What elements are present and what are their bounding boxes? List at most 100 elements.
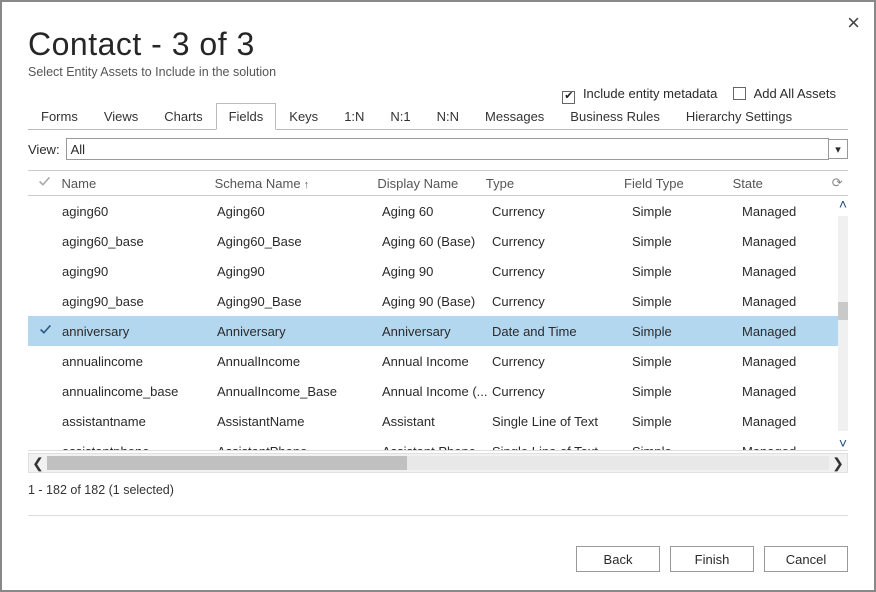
tab-forms[interactable]: Forms	[28, 103, 91, 129]
cell-display: Anniversary	[382, 324, 492, 339]
cell-schema: AnnualIncome_Base	[217, 384, 382, 399]
cell-type: Single Line of Text	[492, 414, 632, 429]
cell-ftype: Simple	[632, 204, 742, 219]
scroll-thumb[interactable]	[838, 302, 848, 320]
tabs: FormsViewsChartsFieldsKeys1:NN:1N:NMessa…	[28, 103, 848, 130]
cell-name: aging60	[62, 204, 217, 219]
cancel-button[interactable]: Cancel	[764, 546, 848, 572]
view-dropdown-button[interactable]: ▾	[828, 139, 848, 159]
close-icon[interactable]: ×	[847, 10, 860, 36]
cell-ftype: Simple	[632, 384, 742, 399]
add-all-assets-label: Add All Assets	[754, 86, 836, 101]
finish-button[interactable]: Finish	[670, 546, 754, 572]
hscroll-track[interactable]	[47, 456, 829, 470]
cell-ftype: Simple	[632, 294, 742, 309]
cell-schema: Aging60_Base	[217, 234, 382, 249]
check-icon	[38, 175, 51, 188]
table-row[interactable]: anniversaryAnniversaryAnniversaryDate an…	[28, 316, 848, 346]
tab-hierarchy-settings[interactable]: Hierarchy Settings	[673, 103, 805, 129]
cell-name: annualincome_base	[62, 384, 217, 399]
header-state[interactable]: State	[733, 176, 827, 191]
cell-display: Aging 90	[382, 264, 492, 279]
header-type[interactable]: Type	[486, 176, 624, 191]
header-display[interactable]: Display Name	[377, 176, 486, 191]
tab-1-n[interactable]: 1:N	[331, 103, 377, 129]
cell-state: Managed	[742, 264, 837, 279]
cell-name: aging90	[62, 264, 217, 279]
cell-state: Managed	[742, 354, 837, 369]
hscroll-thumb[interactable]	[47, 456, 407, 470]
scroll-track[interactable]	[838, 216, 848, 431]
meta-options: Include entity metadata Add All Assets	[562, 86, 848, 104]
table-row[interactable]: assistantnameAssistantNameAssistantSingl…	[28, 406, 848, 436]
header-fieldtype[interactable]: Field Type	[624, 176, 733, 191]
tab-views[interactable]: Views	[91, 103, 151, 129]
tab-n-n[interactable]: N:N	[424, 103, 472, 129]
cell-display: Annual Income (...	[382, 384, 492, 399]
cell-ftype: Simple	[632, 414, 742, 429]
cell-ftype: Simple	[632, 234, 742, 249]
cell-display: Assistant	[382, 414, 492, 429]
table-row[interactable]: aging60Aging60Aging 60CurrencySimpleMana…	[28, 196, 848, 226]
cell-type: Currency	[492, 264, 632, 279]
cell-schema: Aging60	[217, 204, 382, 219]
horizontal-scrollbar[interactable]: ❮ ❯	[28, 453, 848, 473]
cell-state: Managed	[742, 234, 837, 249]
table-row[interactable]: annualincome_baseAnnualIncome_BaseAnnual…	[28, 376, 848, 406]
scroll-left-icon[interactable]: ❮	[29, 455, 47, 472]
cell-type: Currency	[492, 384, 632, 399]
table-row[interactable]: annualincomeAnnualIncomeAnnual IncomeCur…	[28, 346, 848, 376]
scroll-right-icon[interactable]: ❯	[829, 455, 847, 472]
dialog: × Contact - 3 of 3 Select Entity Assets …	[0, 0, 876, 592]
view-value: All	[71, 142, 85, 157]
refresh-icon: ⟳	[832, 175, 843, 190]
tab-keys[interactable]: Keys	[276, 103, 331, 129]
cell-schema: Aging90	[217, 264, 382, 279]
cell-schema: Anniversary	[217, 324, 382, 339]
header-schema[interactable]: Schema Name↑	[215, 176, 378, 191]
row-check[interactable]	[28, 323, 62, 339]
separator	[28, 515, 848, 516]
tab-fields[interactable]: Fields	[216, 103, 277, 130]
view-row: View: All ▾	[28, 138, 848, 160]
grid-body[interactable]: aging60Aging60Aging 60CurrencySimpleMana…	[28, 196, 848, 451]
cell-display: Aging 60	[382, 204, 492, 219]
tab-n-1[interactable]: N:1	[377, 103, 423, 129]
view-select[interactable]: All	[66, 138, 829, 160]
add-all-assets-checkbox[interactable]	[733, 87, 746, 100]
table-row[interactable]: aging90Aging90Aging 90CurrencySimpleMana…	[28, 256, 848, 286]
cell-state: Managed	[742, 384, 837, 399]
cell-schema: AnnualIncome	[217, 354, 382, 369]
include-metadata-checkbox[interactable]	[562, 91, 575, 104]
cell-type: Currency	[492, 204, 632, 219]
back-button[interactable]: Back	[576, 546, 660, 572]
cell-ftype: Simple	[632, 324, 742, 339]
cell-state: Managed	[742, 414, 837, 429]
cell-state: Managed	[742, 294, 837, 309]
vertical-scrollbar[interactable]: ˄ ˅	[834, 196, 852, 451]
cell-name: assistantphone	[62, 444, 217, 452]
cell-ftype: Simple	[632, 264, 742, 279]
grid: Name Schema Name↑ Display Name Type Fiel…	[28, 170, 848, 497]
scroll-down-icon[interactable]: ˅	[839, 435, 847, 451]
header-select-all[interactable]	[28, 175, 62, 191]
cell-display: Aging 60 (Base)	[382, 234, 492, 249]
cell-type: Date and Time	[492, 324, 632, 339]
cell-ftype: Simple	[632, 444, 742, 452]
dialog-buttons: Back Finish Cancel	[576, 546, 848, 572]
status-text: 1 - 182 of 182 (1 selected)	[28, 483, 848, 497]
table-row[interactable]: aging90_baseAging90_BaseAging 90 (Base)C…	[28, 286, 848, 316]
tab-business-rules[interactable]: Business Rules	[557, 103, 673, 129]
refresh-button[interactable]: ⟳	[826, 175, 848, 191]
header-name[interactable]: Name	[62, 176, 215, 191]
table-row[interactable]: assistantphoneAssistantPhoneAssistant Ph…	[28, 436, 848, 451]
cell-ftype: Simple	[632, 354, 742, 369]
tab-charts[interactable]: Charts	[151, 103, 215, 129]
cell-display: Assistant Phone	[382, 444, 492, 452]
scroll-up-icon[interactable]: ˄	[839, 196, 847, 212]
cell-type: Currency	[492, 234, 632, 249]
grid-header: Name Schema Name↑ Display Name Type Fiel…	[28, 170, 848, 196]
tab-messages[interactable]: Messages	[472, 103, 557, 129]
cell-name: anniversary	[62, 324, 217, 339]
table-row[interactable]: aging60_baseAging60_BaseAging 60 (Base)C…	[28, 226, 848, 256]
